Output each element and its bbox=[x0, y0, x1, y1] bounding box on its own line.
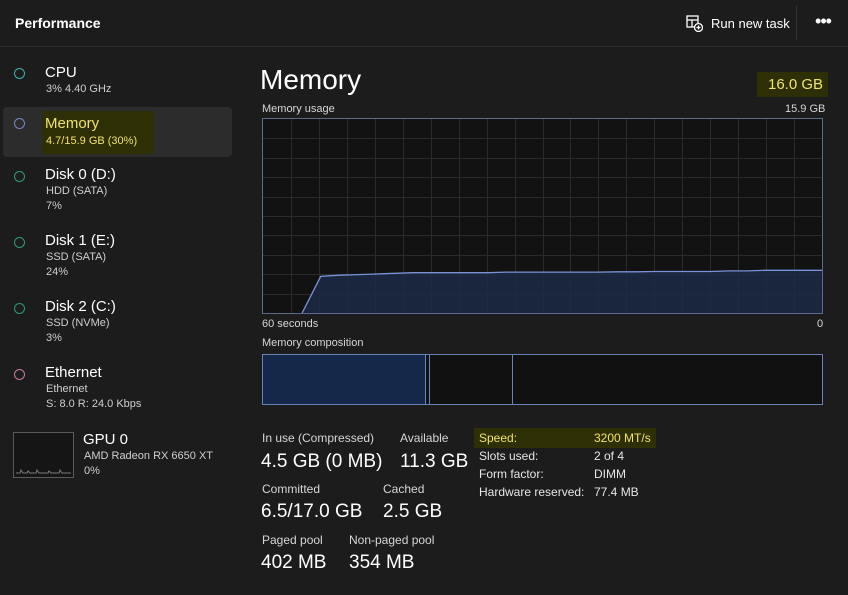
non-paged-pool-label: Non-paged pool bbox=[349, 533, 435, 547]
memory-usage-graph bbox=[262, 118, 823, 314]
form-factor-label: Form factor: bbox=[479, 467, 544, 481]
hardware-reserved-value: 77.4 MB bbox=[594, 485, 639, 499]
sidebar-item-disk-2[interactable]: Disk 2 (C:) SSD (NVMe) 3% bbox=[3, 292, 232, 348]
usage-graph-label: Memory usage bbox=[262, 103, 335, 115]
paged-pool-value: 402 MB bbox=[261, 552, 327, 573]
composition-label: Memory composition bbox=[262, 337, 364, 349]
cached-label: Cached bbox=[383, 482, 425, 496]
run-task-icon bbox=[686, 14, 703, 32]
paged-pool-label: Paged pool bbox=[262, 533, 323, 547]
sidebar-item-disk-1[interactable]: Disk 1 (E:) SSD (SATA) 24% bbox=[3, 226, 232, 282]
disk-status-icon bbox=[14, 171, 25, 182]
sidebar-item-memory[interactable]: Memory 4.7/15.9 GB (30%) bbox=[3, 107, 232, 157]
sidebar-item-label: Disk 2 (C:) bbox=[45, 298, 116, 315]
composition-standby bbox=[430, 355, 514, 404]
committed-value: 6.5/17.0 GB bbox=[261, 501, 363, 522]
cpu-status-icon bbox=[14, 68, 25, 79]
sidebar-item-detail: 3% 4.40 GHz bbox=[46, 83, 112, 95]
run-new-task-button[interactable]: Run new task bbox=[686, 12, 790, 34]
sidebar-item-ethernet[interactable]: Ethernet Ethernet S: 8.0 R: 24.0 Kbps bbox=[3, 358, 232, 414]
usage-area bbox=[302, 270, 823, 313]
hardware-reserved-label: Hardware reserved: bbox=[479, 485, 585, 499]
sidebar-item-detail: SSD (NVMe) bbox=[46, 317, 110, 329]
memory-usage-chart bbox=[263, 119, 823, 314]
in-use-label: In use (Compressed) bbox=[262, 431, 375, 445]
sidebar-item-detail: HDD (SATA) bbox=[46, 185, 108, 197]
sidebar-item-label: CPU bbox=[45, 64, 77, 81]
axis-label-right: 0 bbox=[817, 318, 824, 330]
disk-status-icon bbox=[14, 303, 25, 314]
speed-label: Speed: bbox=[479, 431, 518, 445]
memory-composition-bar bbox=[262, 354, 823, 405]
slots-used-label: Slots used: bbox=[479, 449, 539, 463]
toolbar-divider bbox=[796, 6, 797, 40]
available-value: 11.3 GB bbox=[400, 451, 469, 472]
sidebar-item-label: Disk 0 (D:) bbox=[45, 166, 116, 183]
available-label: Available bbox=[400, 431, 449, 445]
slots-used-value: 2 of 4 bbox=[594, 449, 625, 463]
non-paged-pool-value: 354 MB bbox=[349, 552, 415, 573]
committed-label: Committed bbox=[262, 482, 321, 496]
sidebar-item-usage: 0% bbox=[84, 465, 100, 477]
sidebar-item-usage: 3% bbox=[46, 332, 62, 344]
sidebar-item-throughput: S: 8.0 R: 24.0 Kbps bbox=[46, 398, 142, 410]
usage-graph-max: 15.9 GB bbox=[785, 103, 826, 115]
sidebar-item-gpu-0[interactable]: GPU 0 AMD Radeon RX 6650 XT 0% bbox=[3, 431, 232, 482]
sidebar-item-detail: 4.7/15.9 GB (30%) bbox=[46, 135, 138, 147]
sidebar-item-disk-0[interactable]: Disk 0 (D:) HDD (SATA) 7% bbox=[3, 160, 232, 216]
sidebar-item-detail: Ethernet bbox=[46, 383, 88, 395]
axis-label-left: 60 seconds bbox=[262, 318, 319, 330]
sidebar-item-detail: SSD (SATA) bbox=[46, 251, 107, 263]
gpu-thumbnail-graph bbox=[13, 432, 74, 478]
sidebar-item-cpu[interactable]: CPU 3% 4.40 GHz bbox=[3, 57, 232, 105]
sidebar-item-usage: 24% bbox=[46, 266, 69, 278]
in-use-value: 4.5 GB (0 MB) bbox=[261, 451, 383, 472]
composition-in-use bbox=[263, 355, 426, 404]
section-title: Memory bbox=[260, 64, 362, 95]
sidebar-item-usage: 7% bbox=[46, 200, 62, 212]
speed-value: 3200 MT/s bbox=[594, 431, 651, 445]
total-memory: 16.0 GB bbox=[768, 76, 824, 93]
header-divider bbox=[0, 46, 848, 47]
disk-status-icon bbox=[14, 237, 25, 248]
sidebar-item-label: Memory bbox=[45, 115, 100, 132]
sidebar-item-label: Disk 1 (E:) bbox=[45, 232, 116, 249]
sidebar-item-label: Ethernet bbox=[45, 364, 102, 381]
memory-status-icon bbox=[14, 118, 25, 129]
sidebar-item-detail: AMD Radeon RX 6650 XT bbox=[84, 450, 214, 462]
cached-value: 2.5 GB bbox=[383, 501, 443, 522]
form-factor-value: DIMM bbox=[594, 467, 626, 481]
page-title: Performance bbox=[15, 15, 101, 31]
sidebar-item-label: GPU 0 bbox=[83, 431, 129, 448]
ethernet-status-icon bbox=[14, 369, 25, 380]
more-options-button[interactable]: ••• bbox=[812, 12, 834, 34]
run-task-label: Run new task bbox=[711, 15, 790, 31]
